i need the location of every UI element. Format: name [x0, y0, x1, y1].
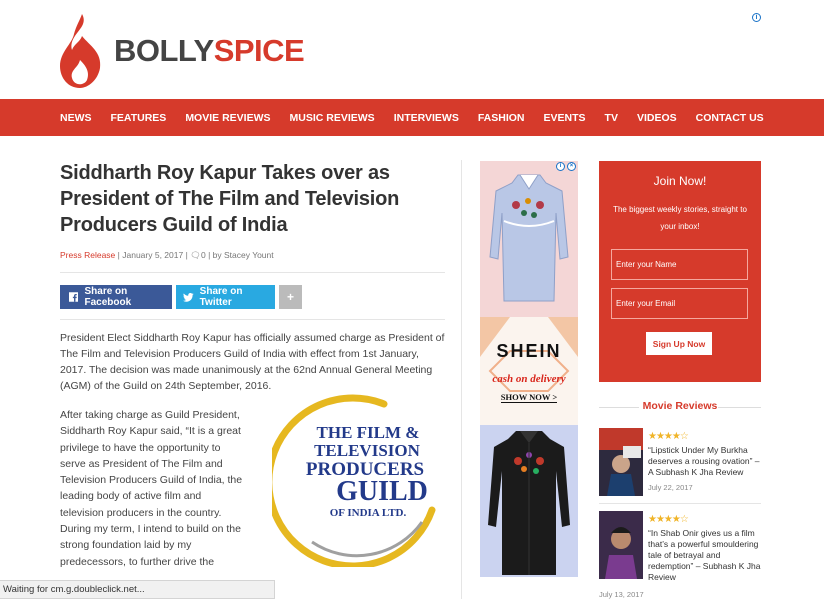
guild-logo-line5: OF INDIA LTD.	[330, 507, 407, 519]
share-twitter-button[interactable]: Share on Twitter	[176, 285, 275, 309]
nav-item-tv[interactable]: TV	[605, 112, 618, 124]
ad-cta[interactable]: SHOW NOW >	[480, 392, 578, 403]
ad-choices[interactable]: i ×	[556, 162, 576, 171]
newsletter-title: Join Now!	[653, 174, 707, 188]
site-header: BOLLYSPICE i	[0, 0, 824, 99]
name-input[interactable]: Enter your Name	[611, 249, 748, 280]
review-thumbnail[interactable]	[599, 511, 643, 579]
comment-icon: 🗨	[190, 250, 201, 260]
article-title: Siddharth Roy Kapur Takes over as Presid…	[60, 162, 400, 236]
ad-brand: SHEIN	[496, 341, 562, 361]
article-meta: Press Release | January 5, 2017 | 🗨0 | b…	[60, 250, 445, 264]
newsletter-box: Join Now! The biggest weekly stories, st…	[599, 161, 761, 382]
review-date: July 22, 2017	[648, 483, 693, 492]
author-link[interactable]: Stacey Yount	[224, 250, 274, 260]
logo-part1: BOLLY	[114, 33, 214, 68]
review-thumbnail[interactable]	[599, 428, 643, 496]
review-stars: ★★★★☆	[648, 431, 689, 442]
ad-banner-shein[interactable]	[480, 317, 578, 425]
divider	[599, 503, 761, 504]
advertisement[interactable]: i × SHEIN cash on delivery SHOW NOW >	[480, 161, 578, 577]
review-date: July 13, 2017	[599, 590, 644, 599]
browser-status-bar: Waiting for cm.g.doubleclick.net...	[0, 580, 275, 599]
nav-item-interviews[interactable]: INTERVIEWS	[394, 112, 459, 124]
comment-count[interactable]: 0	[201, 250, 206, 260]
nav-item-news[interactable]: NEWS	[60, 112, 92, 124]
nav-item-fashion[interactable]: FASHION	[478, 112, 525, 124]
review-stars: ★★★★☆	[648, 514, 689, 525]
nav-item-movie-reviews[interactable]: MOVIE REVIEWS	[185, 112, 270, 124]
logo-wordmark: BOLLYSPICE	[114, 33, 305, 69]
logo-part2: SPICE	[213, 33, 305, 68]
guild-logo-line1: THE FILM &	[317, 423, 420, 442]
review-title[interactable]: “Lipstick Under My Burkha deserves a rou…	[648, 445, 764, 478]
column-divider	[461, 160, 462, 599]
sign-up-button[interactable]: Sign Up Now	[646, 332, 712, 355]
nav-item-music-reviews[interactable]: MUSIC REVIEWS	[290, 112, 375, 124]
email-input-placeholder: Enter your Email	[616, 299, 676, 308]
share-facebook-label: Share on Facebook	[84, 286, 132, 308]
divider	[60, 319, 445, 320]
nav-item-videos[interactable]: VIDEOS	[637, 112, 677, 124]
article-date: January 5, 2017	[122, 250, 184, 260]
email-input[interactable]: Enter your Email	[611, 288, 748, 319]
twitter-icon	[183, 292, 194, 302]
share-bar: Share on Facebook Share on Twitter +	[60, 285, 445, 309]
movie-reviews-heading: Movie Reviews	[599, 400, 761, 414]
guild-logo-line2: TELEVISION	[314, 441, 421, 460]
ad-info-icon[interactable]: i	[556, 162, 565, 171]
heading-line	[718, 407, 761, 408]
ad-close-icon[interactable]: ×	[567, 162, 576, 171]
site-logo[interactable]: BOLLYSPICE	[60, 14, 305, 88]
nav-item-features[interactable]: FEATURES	[111, 112, 167, 124]
movie-reviews-title[interactable]: Movie Reviews	[599, 400, 761, 412]
share-twitter-label: Share on Twitter	[199, 286, 243, 308]
article: Siddharth Roy Kapur Takes over as Presid…	[60, 160, 445, 570]
nav-item-contact-us[interactable]: CONTACT US	[696, 112, 764, 124]
facebook-icon	[69, 292, 79, 302]
divider	[60, 272, 445, 273]
author-prefix: by	[212, 250, 222, 260]
nav-item-events[interactable]: EVENTS	[544, 112, 586, 124]
ad-product-image-bottom[interactable]	[480, 425, 578, 577]
ad-cta-label: SHOW NOW >	[500, 392, 558, 403]
article-paragraph: After taking charge as Guild President, …	[60, 409, 243, 568]
newsletter-text: The biggest weekly stories, straight to …	[613, 205, 747, 231]
share-facebook-button[interactable]: Share on Facebook	[60, 285, 172, 309]
category-link[interactable]: Press Release	[60, 250, 115, 260]
guild-logo-image: THE FILM & TELEVISION PRODUCERS GUILD OF…	[265, 392, 447, 570]
ad-tagline: cash on delivery	[492, 373, 566, 385]
share-more-button[interactable]: +	[279, 285, 302, 309]
main-nav: NEWS FEATURES MOVIE REVIEWS MUSIC REVIEW…	[0, 99, 824, 136]
name-input-placeholder: Enter your Name	[616, 260, 677, 269]
ad-product-image-top[interactable]	[480, 161, 578, 317]
flame-icon	[60, 14, 101, 88]
article-paragraph: President Elect Siddharth Roy Kapur has …	[60, 332, 445, 392]
review-title[interactable]: “In Shab Onir gives us a film that’s a p…	[648, 528, 764, 583]
guild-logo-line4: GUILD	[336, 476, 428, 507]
ad-info-icon[interactable]: i	[752, 13, 761, 22]
